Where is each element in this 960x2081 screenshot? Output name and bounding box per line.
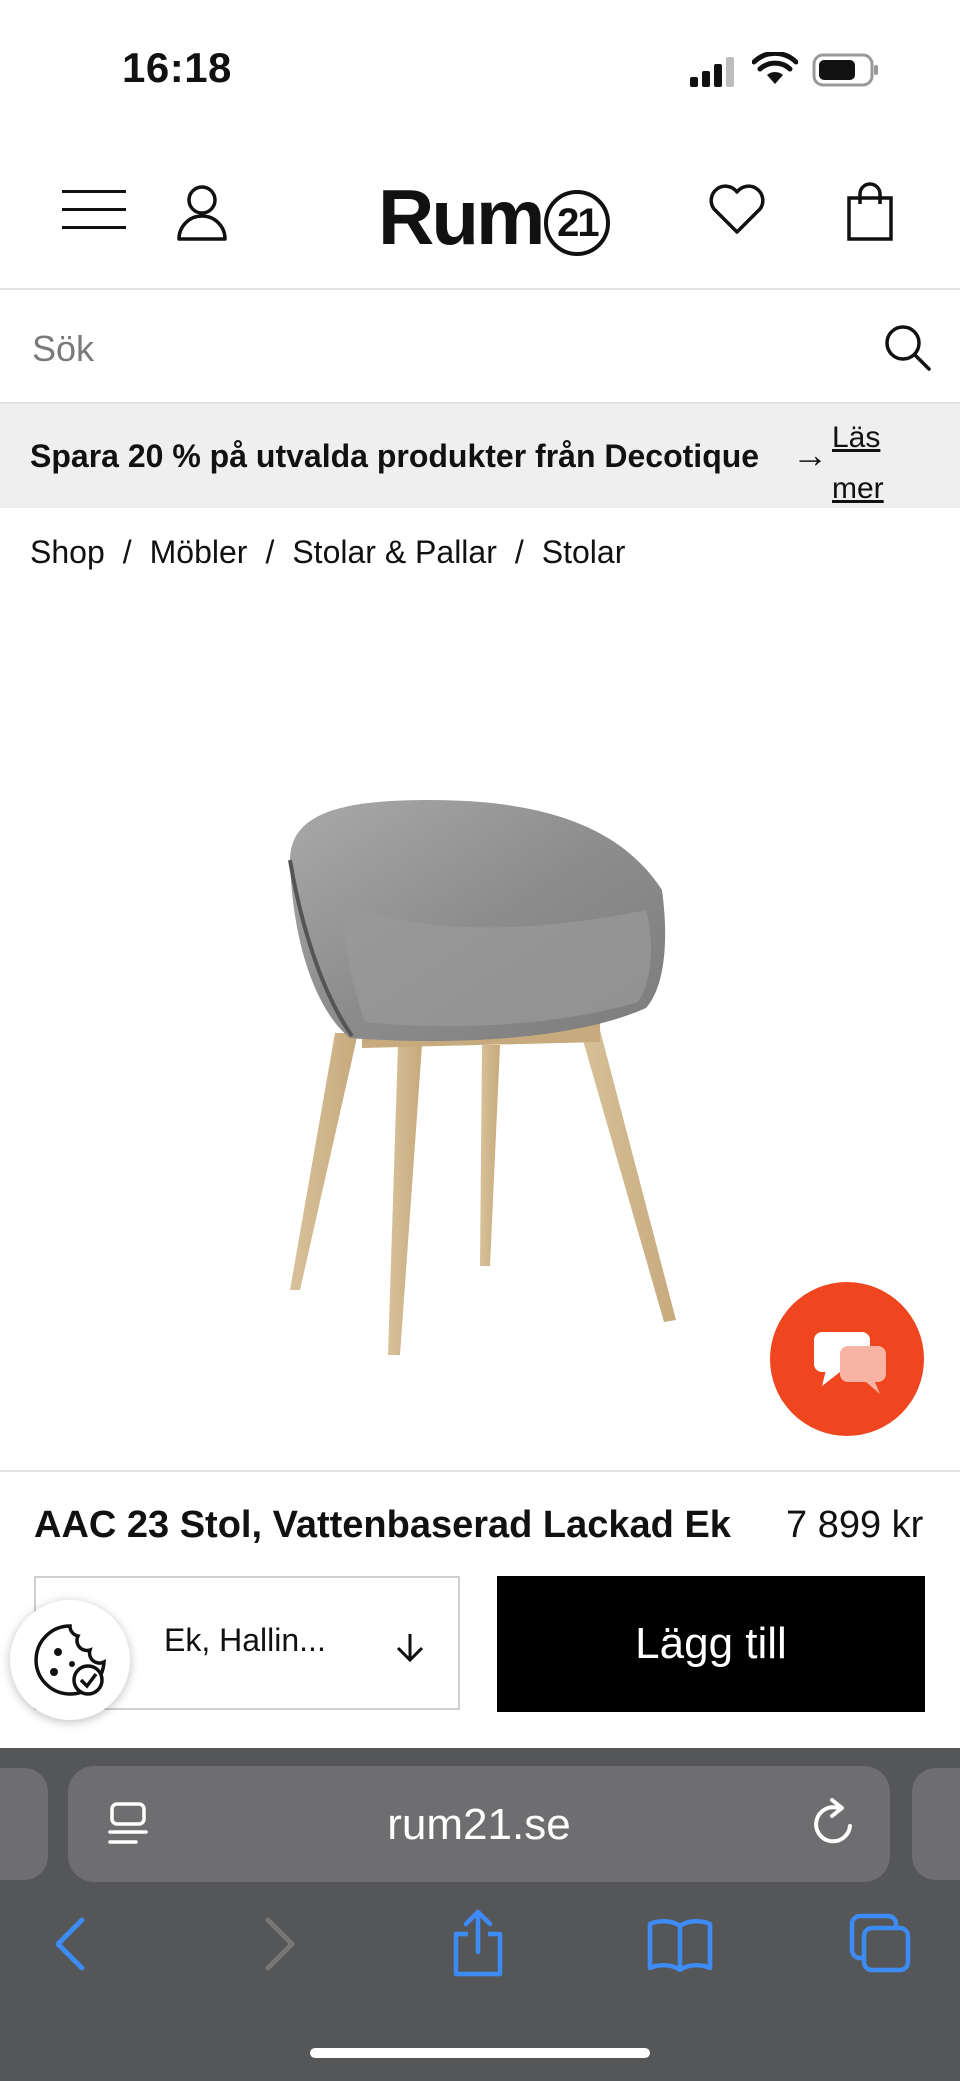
chat-support-button[interactable] — [770, 1282, 924, 1436]
status-time: 16:18 — [122, 44, 232, 91]
arrow-right-icon: → — [792, 434, 828, 475]
promo-text: Spara 20 % på utvalda produkter från Dec… — [30, 438, 760, 474]
next-tab-preview[interactable] — [912, 1768, 960, 1880]
heart-icon[interactable] — [708, 184, 766, 241]
breadcrumb-item-stolar[interactable]: Stolar — [542, 534, 626, 571]
shopping-bag-icon[interactable] — [846, 182, 894, 247]
logo-text: Rum — [378, 173, 545, 261]
breadcrumb-separator: / — [265, 534, 275, 570]
share-icon[interactable] — [450, 1908, 506, 1983]
add-to-cart-button[interactable]: Lägg till — [497, 1576, 925, 1712]
user-account-icon[interactable] — [176, 184, 228, 247]
breadcrumb-item-mobler[interactable]: Möbler — [150, 534, 248, 571]
address-url[interactable]: rum21.se — [68, 1800, 890, 1850]
forward-icon[interactable] — [260, 1916, 300, 1977]
cellular-signal-icon — [688, 55, 738, 92]
search-input[interactable] — [30, 318, 854, 380]
tabs-icon[interactable] — [848, 1912, 914, 1981]
arrow-down-icon — [392, 1630, 428, 1671]
product-name: AAC 23 Stol, Vattenbaserad Lackad Ek — [34, 1504, 731, 1546]
product-image[interactable] — [270, 780, 690, 1375]
breadcrumb-item-stolar-pallar[interactable]: Stolar & Pallar — [292, 534, 497, 571]
breadcrumb-item-shop[interactable]: Shop — [30, 534, 105, 571]
battery-icon — [812, 52, 880, 93]
breadcrumb: Shop / Möbler / Stolar & Pallar / Stolar — [30, 534, 625, 571]
previous-tab-preview[interactable] — [0, 1768, 48, 1880]
breadcrumb-separator: / — [514, 534, 524, 570]
home-indicator[interactable] — [310, 2048, 650, 2058]
breadcrumb-separator: / — [122, 534, 132, 570]
page-menu-icon[interactable] — [106, 1800, 150, 1853]
variant-selected-value: Ek, Hallin... — [164, 1622, 326, 1658]
hamburger-menu-icon[interactable] — [62, 190, 126, 240]
back-icon[interactable] — [50, 1916, 90, 1977]
promo-read-more-link[interactable]: Läs mer — [832, 412, 892, 514]
logo-badge: 21 — [544, 190, 611, 256]
site-logo[interactable]: Rum 21 — [378, 172, 611, 263]
search-icon[interactable] — [882, 322, 932, 377]
reload-icon[interactable] — [810, 1796, 858, 1853]
cookie-settings-icon[interactable] — [10, 1600, 130, 1720]
chat-bubbles-icon — [814, 1332, 886, 1394]
bookmarks-icon[interactable] — [646, 1916, 714, 1977]
product-price: 7 899 kr — [786, 1504, 924, 1546]
wifi-icon — [751, 50, 799, 91]
